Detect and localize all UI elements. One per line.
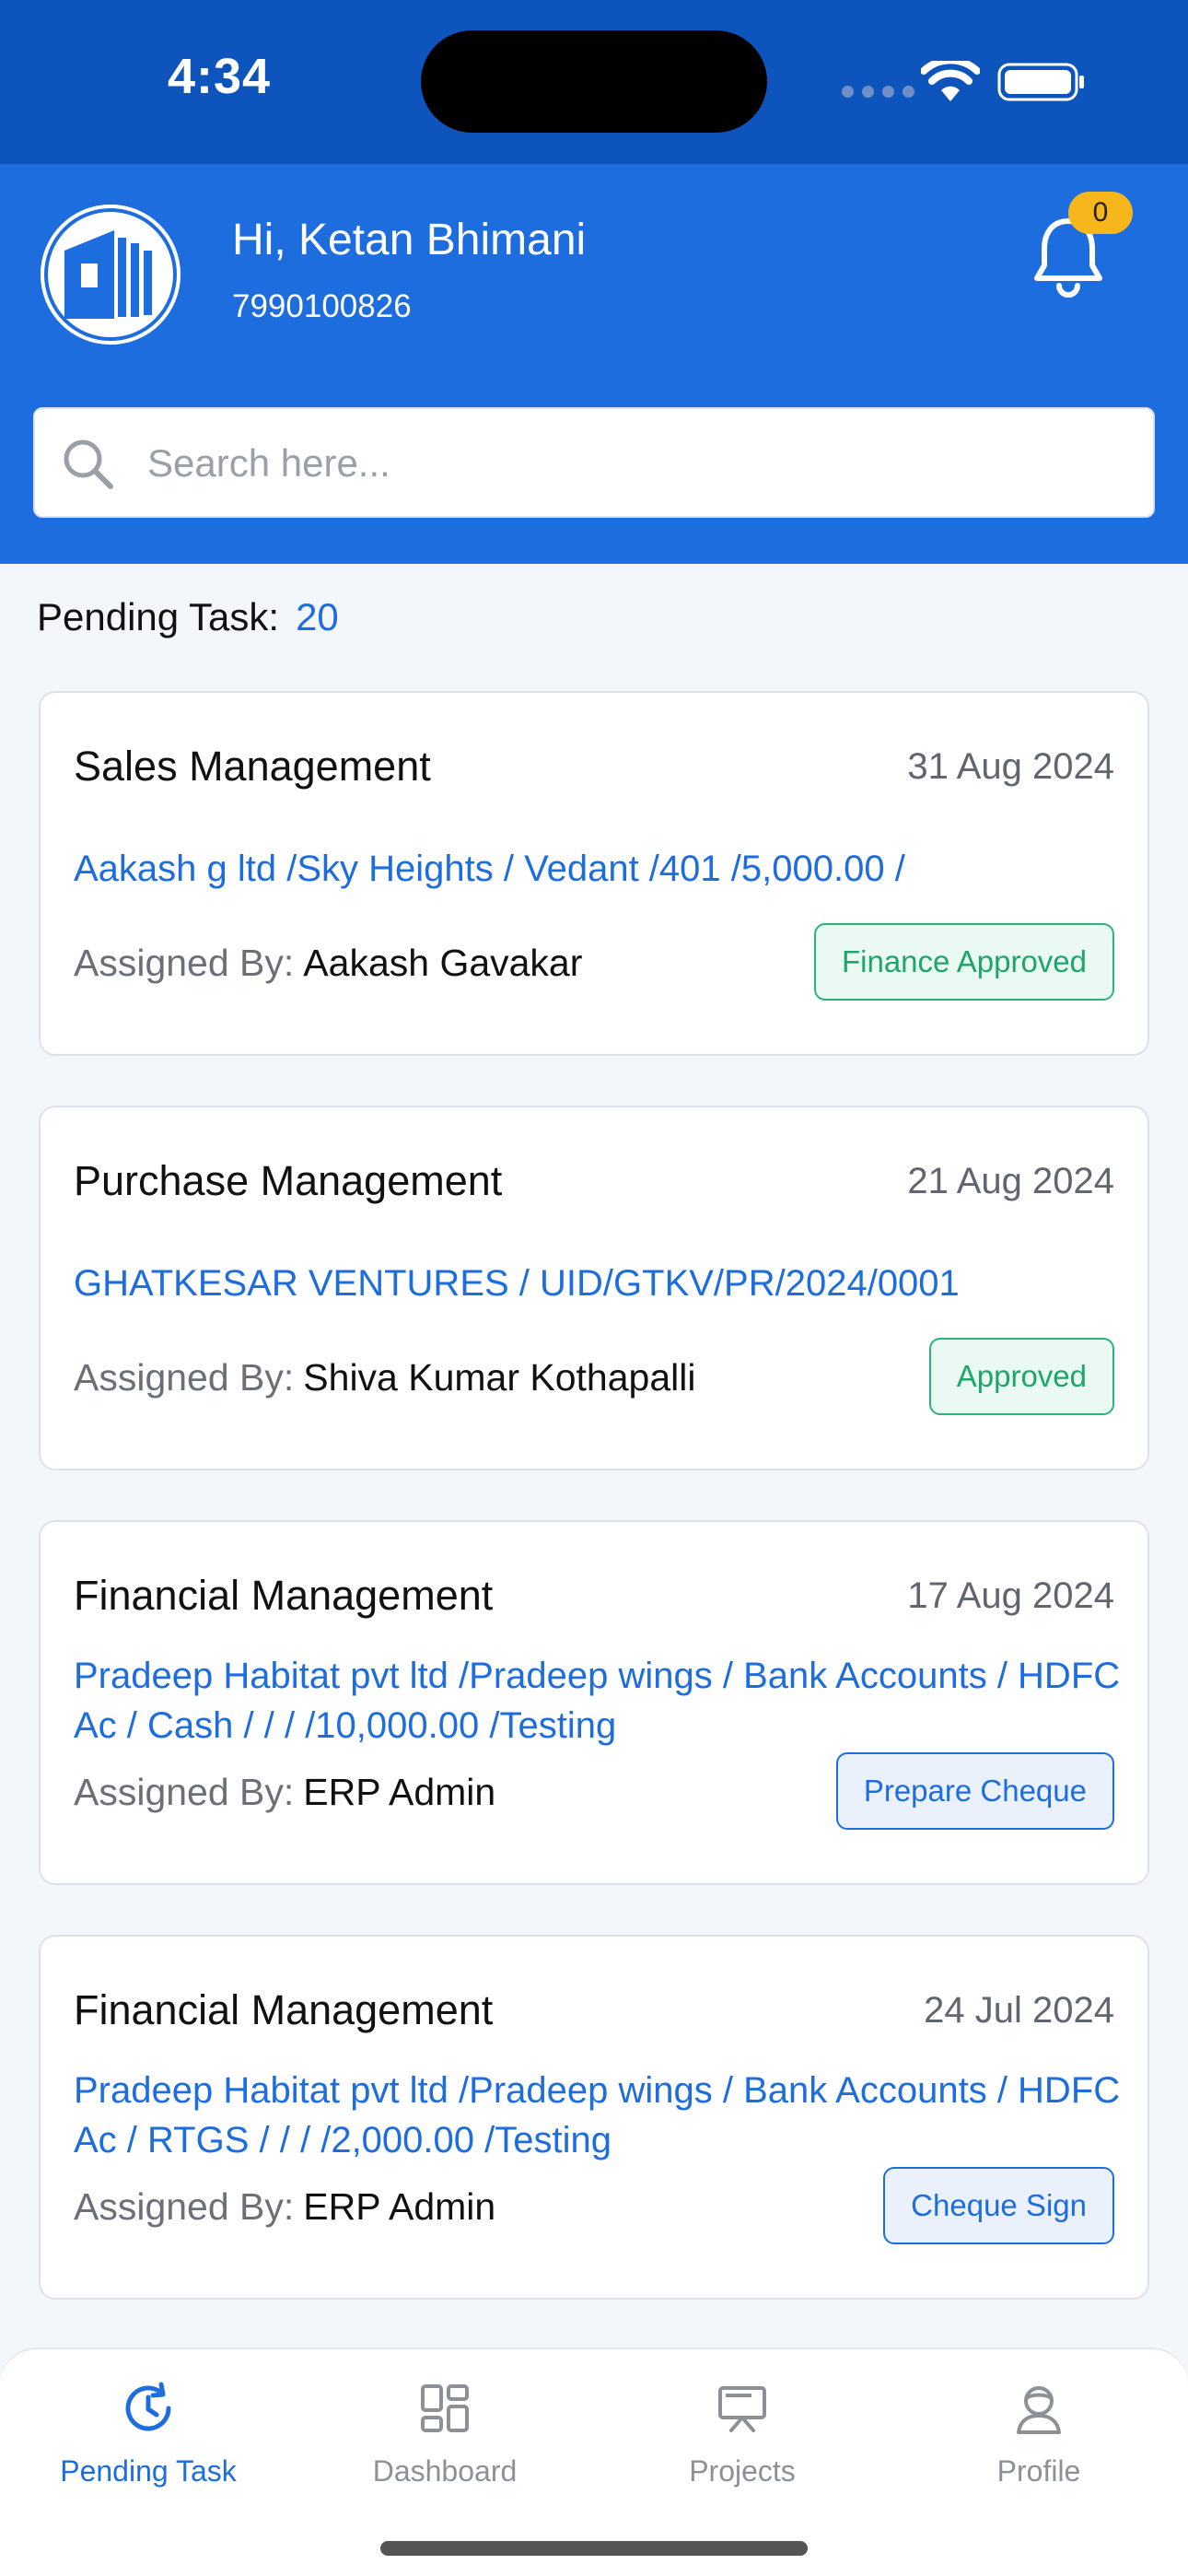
status-bar: 4:34 — [0, 0, 1188, 164]
signal-icon — [842, 86, 923, 102]
task-card[interactable]: Purchase Management 21 Aug 2024 GHATKESA… — [39, 1106, 1149, 1470]
dashboard-icon — [421, 2384, 469, 2432]
assigned-label: Assigned By: — [74, 1771, 295, 1813]
task-assigned: Assigned By: ERP Admin — [74, 1771, 495, 1814]
task-card[interactable]: Financial Management 24 Jul 2024 Pradeep… — [39, 1935, 1149, 2300]
status-badge: Finance Approved — [813, 923, 1114, 1001]
search-input[interactable] — [147, 427, 1124, 499]
status-badge: Cheque Sign — [883, 2167, 1114, 2244]
task-description: Pradeep Habitat pvt ltd /Pradeep wings /… — [74, 1656, 1121, 1746]
task-card[interactable]: Financial Management 17 Aug 2024 Pradeep… — [39, 1520, 1149, 1885]
building-logo-icon — [41, 205, 181, 345]
task-date: 21 Aug 2024 — [907, 1161, 1114, 1201]
task-date: 31 Aug 2024 — [907, 746, 1114, 787]
tab-label: Projects — [689, 2454, 796, 2488]
tab-label: Profile — [996, 2454, 1081, 2488]
tab-label: Dashboard — [372, 2454, 518, 2488]
user-icon — [1017, 2386, 1061, 2434]
user-phone: 7990100826 — [232, 288, 412, 324]
task-title: Sales Management — [74, 743, 431, 790]
status-badge: Prepare Cheque — [835, 1752, 1114, 1830]
search-bar[interactable] — [33, 407, 1155, 518]
tab-pending-task[interactable]: Pending Task — [0, 2375, 297, 2488]
task-date: 17 Aug 2024 — [907, 1575, 1114, 1616]
assigned-label: Assigned By: — [74, 1356, 295, 1399]
dynamic-island — [421, 30, 767, 133]
search-icon — [64, 439, 113, 489]
task-card[interactable]: Sales Management 31 Aug 2024 Aakash g lt… — [39, 691, 1149, 1056]
task-assigned: Assigned By: Shiva Kumar Kothapalli — [74, 1356, 695, 1399]
home-indicator — [380, 2541, 808, 2556]
task-assigned: Assigned By: ERP Admin — [74, 2185, 495, 2229]
battery-icon — [997, 63, 1084, 101]
tab-dashboard[interactable]: Dashboard — [297, 2375, 593, 2488]
task-title: Purchase Management — [74, 1157, 503, 1204]
tab-profile[interactable]: Profile — [891, 2375, 1187, 2488]
assigned-label: Assigned By: — [74, 942, 295, 984]
company-logo[interactable] — [41, 205, 181, 345]
notification-badge: 0 — [1068, 192, 1133, 234]
assigned-label: Assigned By: — [74, 2185, 295, 2228]
task-description: Pradeep Habitat pvt ltd /Pradeep wings /… — [74, 2070, 1121, 2160]
tab-projects[interactable]: Projects — [594, 2375, 891, 2488]
assigned-by: ERP Admin — [303, 2185, 496, 2228]
assigned-by: Aakash Gavakar — [303, 942, 583, 984]
assigned-by: ERP Admin — [303, 1771, 496, 1813]
task-description: Aakash g ltd /Sky Heights / Vedant /401 … — [74, 849, 905, 889]
assigned-by: Shiva Kumar Kothapalli — [303, 1356, 696, 1399]
clock-icon — [125, 2382, 171, 2431]
user-greeting: Hi, Ketan Bhimani — [232, 216, 587, 264]
status-badge: Approved — [928, 1338, 1114, 1415]
task-title: Financial Management — [74, 1572, 494, 1619]
wifi-icon — [921, 61, 980, 101]
task-date: 24 Jul 2024 — [924, 1990, 1114, 2031]
pending-label: Pending Task: — [37, 595, 280, 638]
task-title: Financial Management — [74, 1986, 494, 2033]
app-header: Hi, Ketan Bhimani 7990100826 0 — [0, 164, 1188, 564]
pending-count: 20 — [296, 595, 339, 638]
task-assigned: Assigned By: Aakash Gavakar — [74, 942, 582, 985]
status-time: 4:34 — [168, 49, 272, 104]
tab-label: Pending Task — [60, 2454, 237, 2488]
pending-task-count: Pending Task: 20 — [37, 595, 339, 639]
presentation-icon — [718, 2386, 766, 2432]
task-description: GHATKESAR VENTURES / UID/GTKV/PR/2024/00… — [74, 1263, 960, 1304]
